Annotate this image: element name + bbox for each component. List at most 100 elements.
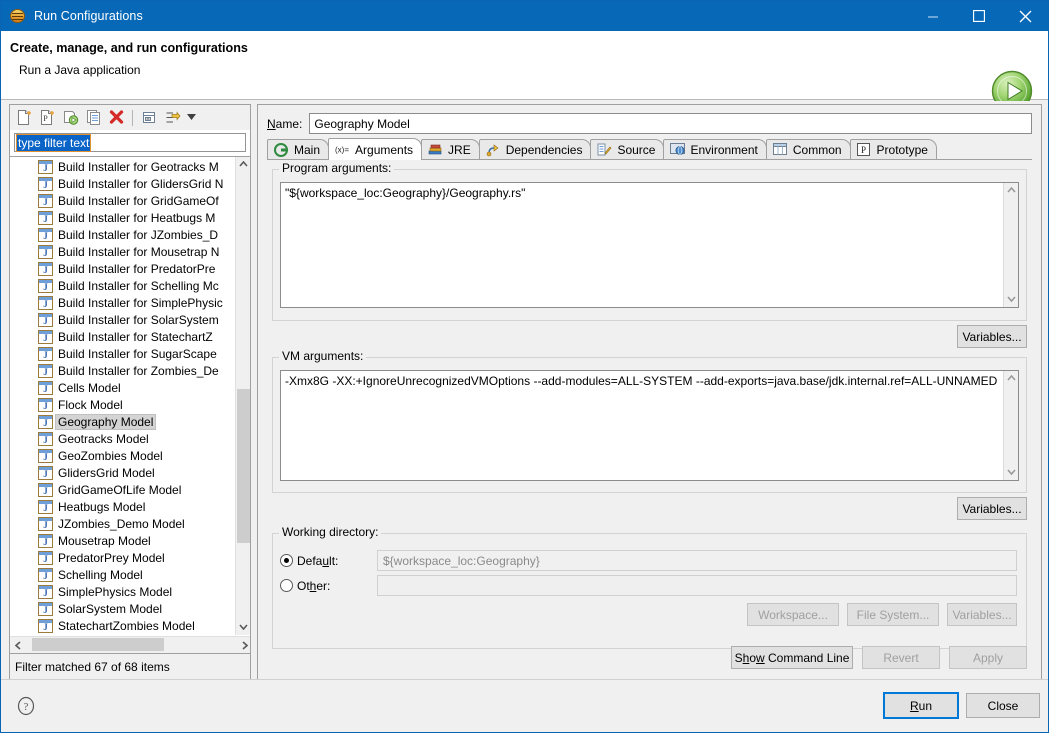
scroll-up-icon[interactable] xyxy=(1004,371,1018,386)
tree-item[interactable]: J StatechartZombies Model xyxy=(10,617,237,634)
tab-prototype[interactable]: P Prototype xyxy=(849,139,937,160)
scroll-down-icon[interactable] xyxy=(236,620,250,635)
tree-item[interactable]: J Mousetrap Model xyxy=(10,532,237,549)
search-input[interactable]: type filter text xyxy=(14,133,246,152)
delete-icon[interactable] xyxy=(106,108,126,128)
revert-button[interactable]: Revert xyxy=(862,646,940,669)
vm-arguments-textarea[interactable]: -Xmx8G -XX:+IgnoreUnrecognizedVMOptions … xyxy=(280,370,1019,481)
configuration-name-input[interactable]: Geography Model xyxy=(309,113,1032,134)
other-radio[interactable] xyxy=(280,579,293,592)
tree-item[interactable]: J Flock Model xyxy=(10,396,237,413)
tree-item[interactable]: J Build Installer for SugarScape xyxy=(10,345,237,362)
main-tab-icon xyxy=(274,143,290,157)
tree-item[interactable]: J Build Installer for Zombies_De xyxy=(10,362,237,379)
tree-item[interactable]: J Build Installer for SolarSystem xyxy=(10,311,237,328)
tree-horizontal-scrollbar[interactable] xyxy=(10,636,250,653)
configuration-editor-panel: Name: Geography Model Main (x)= Arguments J… xyxy=(257,104,1042,682)
tree-item[interactable]: J Build Installer for Mousetrap N xyxy=(10,243,237,260)
window-title: Run Configurations xyxy=(34,9,143,23)
working-dir-default-row[interactable]: Default: ${workspace_loc:Geography} xyxy=(280,550,1017,571)
program-args-scrollbar[interactable] xyxy=(1003,183,1018,307)
close-icon[interactable] xyxy=(1002,1,1048,31)
toolbar-separator xyxy=(132,109,133,126)
tree-item[interactable]: J Build Installer for SimplePhysic xyxy=(10,294,237,311)
tree-item-label: Build Installer for SugarScape xyxy=(58,346,217,361)
tab-dependencies[interactable]: Dependencies xyxy=(478,139,592,160)
scroll-up-icon[interactable] xyxy=(236,157,250,172)
other-directory-input[interactable] xyxy=(377,575,1017,596)
filter-icon[interactable] xyxy=(162,108,182,128)
tree-item-label: Build Installer for Geotracks M xyxy=(58,159,219,174)
default-radio[interactable] xyxy=(280,554,293,567)
tab-bar: Main (x)= Arguments JRE Dependencies Source En… xyxy=(267,138,1032,160)
tree-hscroll-thumb[interactable] xyxy=(32,638,164,651)
configurations-tree[interactable]: J Build Installer for Geotracks M J Build I… xyxy=(9,157,251,654)
page-subtitle: Run a Java application xyxy=(19,63,141,77)
file-system-button[interactable]: File System... xyxy=(847,603,939,626)
tree-item[interactable]: J SolarSystem Model xyxy=(10,600,237,617)
tree-item[interactable]: J GridGameOfLife Model xyxy=(10,481,237,498)
tree-item[interactable]: J Build Installer for Geotracks M xyxy=(10,158,237,175)
window-controls xyxy=(910,1,1048,31)
tree-item[interactable]: J Geography Model xyxy=(10,413,237,430)
scroll-up-icon[interactable] xyxy=(1004,183,1018,198)
tree-hscroll-track[interactable] xyxy=(26,637,236,653)
tree-scrollbar-thumb[interactable] xyxy=(237,389,250,543)
vm-args-variables-button[interactable]: Variables... xyxy=(957,497,1027,520)
program-args-variables-button[interactable]: Variables... xyxy=(957,325,1027,348)
scroll-right-icon[interactable] xyxy=(236,637,250,653)
working-dir-other-row[interactable]: Other: xyxy=(280,575,1017,596)
scroll-down-icon[interactable] xyxy=(1004,465,1018,480)
configurations-tree-list: J Build Installer for Geotracks M J Build I… xyxy=(10,157,237,635)
program-arguments-group: Program arguments: "${workspace_loc:Geog… xyxy=(272,161,1027,321)
vm-args-scrollbar[interactable] xyxy=(1003,371,1018,480)
tree-item[interactable]: J GeoZombies Model xyxy=(10,447,237,464)
tab-main[interactable]: Main xyxy=(267,139,330,160)
apply-button[interactable]: Apply xyxy=(949,646,1027,669)
duplicate-icon[interactable] xyxy=(83,108,103,128)
tab-environment[interactable]: Environment xyxy=(663,139,767,160)
help-question-icon[interactable]: ? xyxy=(16,696,36,716)
tree-item[interactable]: J GlidersGrid Model xyxy=(10,464,237,481)
tab-common[interactable]: Common xyxy=(765,139,851,160)
tree-item[interactable]: J Build Installer for Heatbugs M xyxy=(10,209,237,226)
tree-item[interactable]: J Build Installer for GlidersGrid N xyxy=(10,175,237,192)
maximize-icon[interactable] xyxy=(956,1,1002,31)
new-prototype-icon[interactable]: P xyxy=(37,108,57,128)
tree-vertical-scrollbar[interactable] xyxy=(235,157,250,635)
tree-item[interactable]: J Geotracks Model xyxy=(10,430,237,447)
tree-item-label: Build Installer for Heatbugs M xyxy=(58,210,216,225)
scroll-down-icon[interactable] xyxy=(1004,292,1018,307)
run-button[interactable]: Run xyxy=(883,692,959,719)
working-dir-variables-button[interactable]: Variables... xyxy=(947,603,1017,626)
tree-item[interactable]: J Cells Model xyxy=(10,379,237,396)
tab-arguments[interactable]: (x)= Arguments xyxy=(328,138,423,160)
java-launch-icon: J xyxy=(38,227,53,242)
tab-source[interactable]: Source xyxy=(590,139,665,160)
tree-item[interactable]: J Heatbugs Model xyxy=(10,498,237,515)
tab-label: Common xyxy=(792,143,842,157)
program-arguments-textarea[interactable]: "${workspace_loc:Geography}/Geography.rs… xyxy=(280,182,1019,308)
scroll-left-icon[interactable] xyxy=(10,637,26,653)
close-button[interactable]: Close xyxy=(966,693,1040,718)
minimize-icon[interactable] xyxy=(910,1,956,31)
workspace-button[interactable]: Workspace... xyxy=(747,603,839,626)
new-configuration-icon[interactable] xyxy=(14,108,34,128)
export-icon[interactable] xyxy=(60,108,80,128)
tree-item[interactable]: J SimplePhysics Model xyxy=(10,583,237,600)
tree-item[interactable]: J Schelling Model xyxy=(10,566,237,583)
tree-item[interactable]: J Build Installer for JZombies_D xyxy=(10,226,237,243)
tab-jre[interactable]: JRE xyxy=(421,139,480,160)
chevron-down-icon[interactable] xyxy=(185,108,198,128)
java-launch-icon: J xyxy=(38,448,53,463)
filter-status-text: Filter matched 67 of 68 items xyxy=(9,654,251,680)
tree-item[interactable]: J Build Installer for GridGameOf xyxy=(10,192,237,209)
collapse-all-icon[interactable] xyxy=(139,108,159,128)
tree-item[interactable]: J JZombies_Demo Model xyxy=(10,515,237,532)
tree-item[interactable]: J PredatorPrey Model xyxy=(10,549,237,566)
tree-item[interactable]: J Build Installer for Schelling Mc xyxy=(10,277,237,294)
show-command-line-button[interactable]: Show Command Line xyxy=(731,646,853,669)
tree-item[interactable]: J Build Installer for PredatorPre xyxy=(10,260,237,277)
title-bar: Run Configurations xyxy=(1,1,1048,31)
tree-item[interactable]: J Build Installer for StatechartZ xyxy=(10,328,237,345)
